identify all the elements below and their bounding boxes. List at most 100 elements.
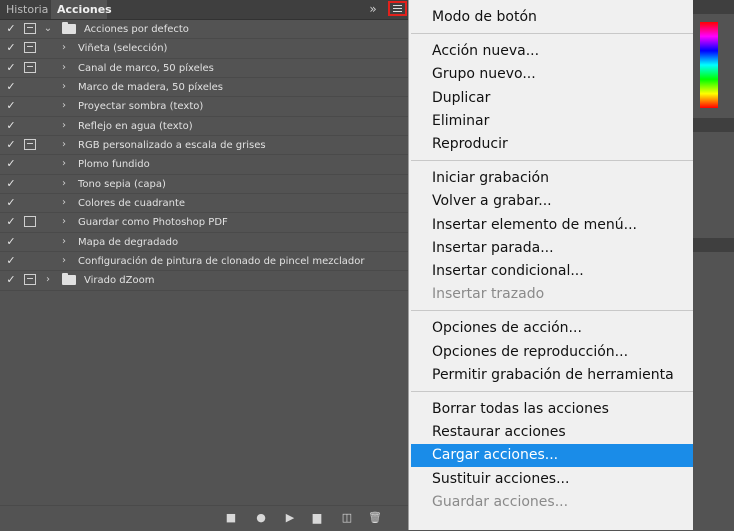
right-panel-header — [692, 0, 734, 14]
double-chevron-right-icon[interactable]: » — [364, 0, 382, 19]
dialog-toggle-icon[interactable] — [24, 178, 36, 189]
menu-item[interactable]: Grupo nuevo... — [411, 63, 693, 86]
menu-item[interactable]: Volver a grabar... — [411, 190, 693, 213]
menu-separator — [411, 33, 693, 35]
dialog-toggle-icon[interactable] — [24, 236, 36, 247]
menu-item[interactable]: Eliminar — [411, 110, 693, 133]
chevron-right-icon[interactable]: › — [58, 196, 70, 210]
toggle-check-icon[interactable]: ✓ — [4, 41, 18, 55]
chevron-right-icon[interactable]: › — [58, 254, 70, 268]
chevron-right-icon[interactable]: › — [58, 177, 70, 191]
toggle-check-icon[interactable]: ✓ — [4, 119, 18, 133]
toggle-check-icon[interactable]: ✓ — [4, 273, 18, 287]
action-label: Acciones por defecto — [84, 24, 189, 35]
menu-item[interactable]: Opciones de reproducción... — [411, 341, 693, 364]
record-icon[interactable]: ● — [254, 512, 268, 524]
play-icon[interactable]: ▶ — [283, 512, 297, 524]
chevron-right-icon[interactable]: › — [58, 99, 70, 113]
dialog-toggle-icon[interactable] — [24, 158, 36, 169]
folder-icon — [62, 22, 76, 34]
action-label: Configuración de pintura de clonado de p… — [78, 256, 365, 268]
tab-acciones[interactable]: Acciones — [51, 0, 112, 19]
chevron-right-icon[interactable]: › — [58, 215, 70, 229]
menu-item[interactable]: Insertar condicional... — [411, 260, 693, 283]
toggle-check-icon[interactable]: ✓ — [4, 235, 18, 249]
menu-item[interactable]: Restaurar acciones — [411, 421, 693, 444]
menu-item[interactable]: Sustituir acciones... — [411, 468, 693, 491]
dialog-toggle-icon[interactable] — [24, 255, 36, 266]
menu-item[interactable]: Insertar parada... — [411, 237, 693, 260]
chevron-right-icon[interactable]: › — [42, 273, 54, 287]
menu-item[interactable]: Iniciar grabación — [411, 167, 693, 190]
color-spectrum[interactable] — [700, 22, 718, 108]
chevron-right-icon[interactable]: › — [58, 157, 70, 171]
menu-separator — [411, 160, 693, 162]
new-action-icon[interactable]: ◫ — [340, 512, 354, 524]
chevron-down-icon[interactable]: ⌄ — [42, 22, 54, 36]
toggle-check-icon[interactable]: ✓ — [4, 80, 18, 94]
action-row[interactable]: ✓ › Marco de madera, 50 píxeles — [0, 78, 408, 98]
action-row[interactable]: ✓ › Tono sepia (capa) — [0, 175, 408, 195]
action-row[interactable]: ✓ › RGB personalizado a escala de grises — [0, 136, 408, 156]
folder-icon — [62, 273, 76, 286]
action-label: Virado dZoom — [84, 275, 155, 287]
action-row[interactable]: ✓ ⌄ Acciones por defecto — [0, 20, 408, 40]
menu-item[interactable]: Insertar elemento de menú... — [411, 214, 693, 237]
toggle-check-icon[interactable]: ✓ — [4, 177, 18, 191]
new-set-folder-icon[interactable]: ▆ — [310, 512, 324, 524]
toggle-check-icon[interactable]: ✓ — [4, 215, 18, 229]
tab-historia[interactable]: Historia — [0, 0, 50, 19]
action-row[interactable]: ✓ › Colores de cuadrante — [0, 194, 408, 214]
dialog-toggle-icon[interactable] — [24, 61, 36, 73]
chevron-right-icon[interactable]: › — [58, 61, 70, 75]
panel-menu-button[interactable] — [388, 1, 407, 16]
menu-item[interactable]: Borrar todas las acciones — [411, 398, 693, 421]
action-row[interactable]: ✓ › Configuración de pintura de clonado de… — [0, 252, 408, 272]
toggle-check-icon[interactable]: ✓ — [4, 61, 18, 75]
action-row[interactable]: ✓ › Proyectar sombra (texto) — [0, 97, 408, 117]
dialog-toggle-icon[interactable] — [24, 23, 36, 34]
action-row[interactable]: ✓ › Guardar como Photoshop PDF — [0, 213, 408, 233]
menu-item[interactable]: Opciones de acción... — [411, 317, 693, 340]
toggle-check-icon[interactable]: ✓ — [4, 99, 18, 113]
menu-item[interactable]: Duplicar — [411, 87, 693, 110]
toggle-check-icon[interactable]: ✓ — [4, 254, 18, 268]
menu-item[interactable]: Permitir grabación de herramienta — [411, 364, 693, 387]
menu-item: Insertar trazado — [432, 286, 545, 303]
stop-icon[interactable]: ■ — [224, 512, 238, 524]
action-label: Plomo fundido — [78, 159, 150, 171]
action-label: RGB personalizado a escala de grises — [78, 140, 266, 152]
action-row[interactable]: ✓ › Canal de marco, 50 píxeles — [0, 59, 408, 79]
action-label: Marco de madera, 50 píxeles — [78, 82, 224, 94]
action-row[interactable]: ✓ › Virado dZoom — [0, 271, 408, 291]
chevron-right-icon[interactable]: › — [58, 235, 70, 249]
chevron-right-icon[interactable]: › — [58, 80, 70, 94]
dialog-toggle-icon[interactable] — [24, 81, 36, 92]
menu-item[interactable]: Reproducir — [411, 133, 693, 156]
action-row[interactable]: ✓ › Viñeta (selección) — [0, 39, 408, 59]
action-row[interactable]: ✓ › Mapa de degradado — [0, 233, 408, 253]
dialog-toggle-icon[interactable] — [24, 139, 36, 151]
menu-item[interactable]: Cargar acciones... — [411, 444, 693, 468]
chevron-right-icon[interactable]: › — [58, 41, 70, 55]
action-row[interactable]: ✓ › Reflejo en agua (texto) — [0, 117, 408, 137]
menu-item[interactable]: Modo de botón — [411, 6, 693, 29]
right-panel-header-2 — [692, 118, 734, 132]
toggle-check-icon[interactable]: ✓ — [4, 22, 18, 36]
dialog-toggle-icon[interactable] — [24, 100, 36, 111]
dialog-toggle-icon[interactable] — [24, 274, 36, 286]
action-label: Proyectar sombra (texto) — [78, 101, 204, 113]
chevron-right-icon[interactable]: › — [58, 138, 70, 152]
trash-icon[interactable]: 🗑 — [368, 512, 382, 524]
menu-item[interactable]: Acción nueva... — [411, 40, 693, 63]
dialog-toggle-icon[interactable] — [24, 42, 36, 54]
dialog-toggle-icon[interactable] — [24, 216, 36, 228]
dialog-toggle-icon[interactable] — [24, 197, 36, 208]
right-panel-header-3 — [692, 238, 734, 252]
dialog-toggle-icon[interactable] — [24, 120, 36, 131]
action-row[interactable]: ✓ › Plomo fundido — [0, 155, 408, 175]
toggle-check-icon[interactable]: ✓ — [4, 157, 18, 171]
toggle-check-icon[interactable]: ✓ — [4, 138, 18, 152]
toggle-check-icon[interactable]: ✓ — [4, 196, 18, 210]
chevron-right-icon[interactable]: › — [58, 119, 70, 133]
